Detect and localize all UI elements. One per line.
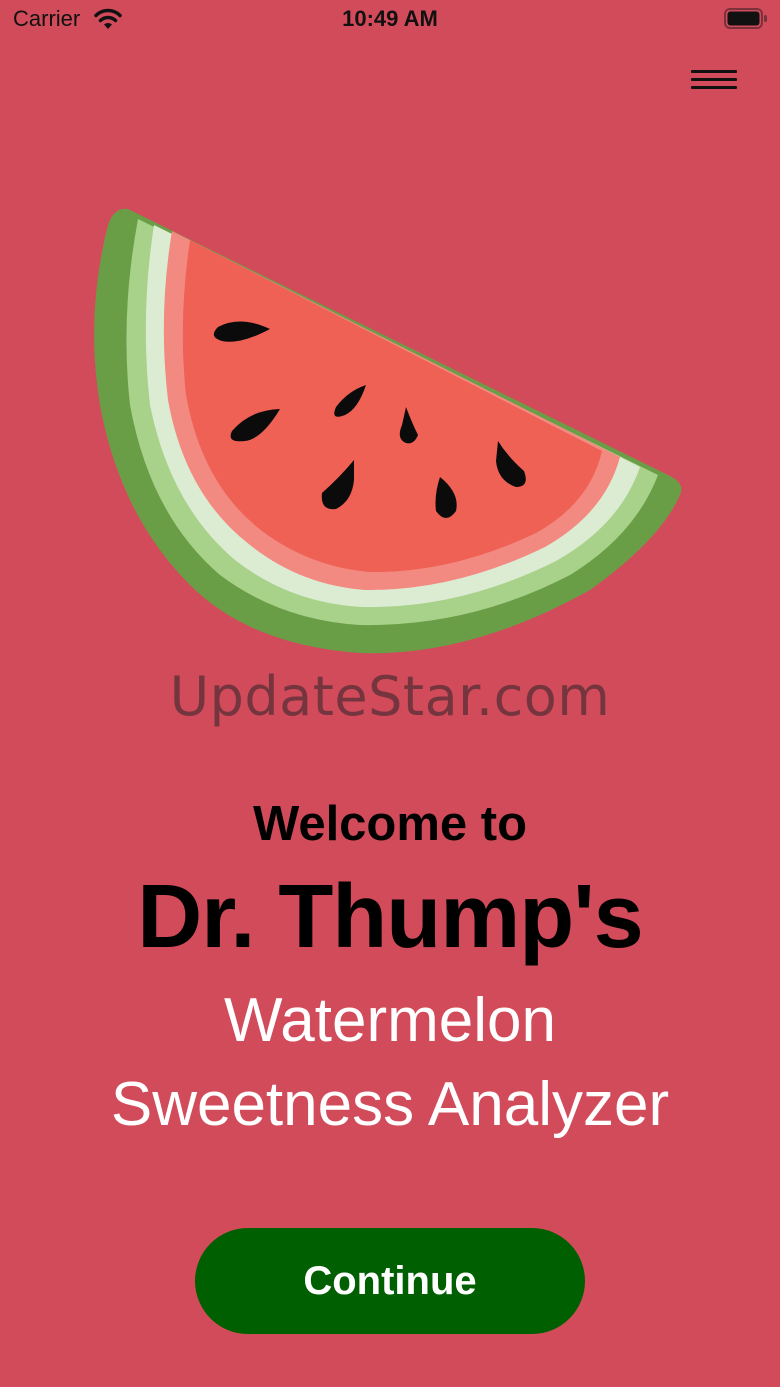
status-bar: Carrier 10:49 AM bbox=[0, 0, 780, 40]
app-subtitle-line1: Watermelon bbox=[224, 986, 556, 1055]
watermelon-slice-icon bbox=[90, 195, 690, 670]
watermark-text: UpdateStar.com bbox=[169, 665, 611, 728]
menu-bar-line bbox=[691, 78, 737, 81]
app-subtitle-line2: Sweetness Analyzer bbox=[110, 1070, 670, 1139]
menu-bar-line bbox=[691, 86, 737, 89]
hamburger-menu-icon[interactable] bbox=[688, 66, 740, 94]
app-title: Dr. Thump's bbox=[137, 867, 643, 967]
continue-button[interactable]: Continue bbox=[195, 1228, 585, 1334]
status-time: 10:49 AM bbox=[342, 6, 438, 31]
menu-bar-line bbox=[691, 70, 737, 73]
welcome-heading: Welcome to bbox=[252, 797, 528, 851]
battery-icon bbox=[724, 8, 768, 35]
